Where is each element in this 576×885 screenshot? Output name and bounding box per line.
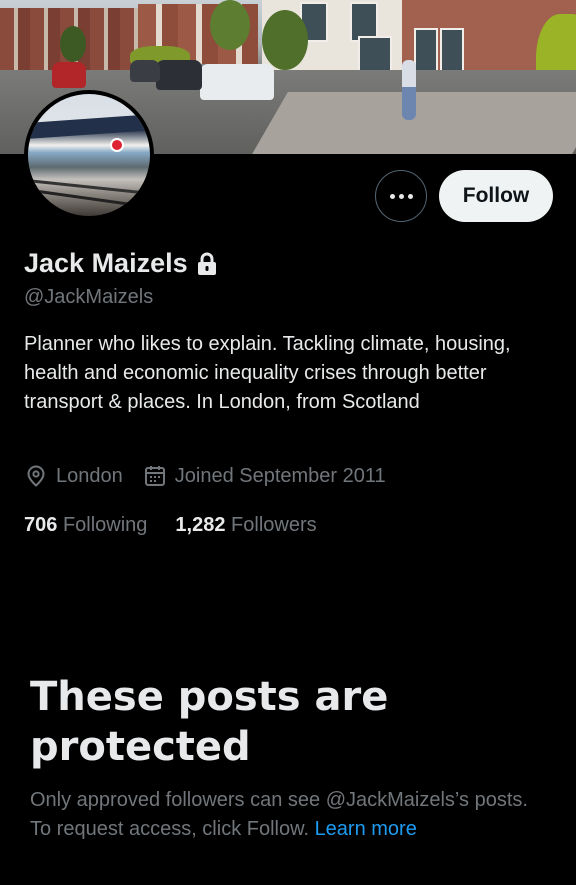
banner-tree	[210, 0, 250, 50]
profile-handle: @JackMaizels	[24, 286, 154, 308]
avatar-rail	[28, 178, 150, 199]
banner-window	[414, 28, 438, 76]
profile-bio: Planner who likes to explain. Tackling c…	[24, 333, 511, 413]
profile-name: Jack Maizels	[24, 248, 188, 278]
following-label: Following	[62, 514, 148, 536]
learn-more-link[interactable]: Learn more	[315, 818, 417, 840]
joined-text: Joined September 2011	[174, 464, 386, 487]
following-link[interactable]: 706 Following	[24, 514, 147, 537]
banner-car-red	[52, 62, 86, 88]
lock-icon	[197, 252, 216, 275]
following-count: 706	[24, 514, 58, 536]
protected-posts-title: These posts are protected	[30, 674, 389, 770]
calendar-icon	[144, 466, 165, 486]
avatar-station-canopy	[28, 112, 150, 140]
profile-name-row: Jack Maizels	[24, 248, 218, 279]
banner-car-dark	[130, 60, 160, 82]
banner-tree	[60, 26, 86, 62]
followers-count: 1,282	[175, 514, 226, 536]
protected-posts-message: Only approved followers can see @JackMai…	[30, 789, 528, 840]
banner-tree	[262, 10, 308, 70]
joined-item: Joined September 2011	[143, 464, 386, 488]
followers-link[interactable]: 1,282 Followers	[175, 514, 316, 537]
banner-car-dark	[156, 60, 202, 90]
profile-stats: 706 Following 1,282 Followers	[24, 514, 345, 537]
banner-car-white	[200, 64, 274, 100]
banner-window	[358, 36, 392, 74]
follow-button[interactable]: Follow	[439, 170, 553, 222]
location-item: London	[24, 464, 123, 488]
protected-posts-text: Only approved followers can see @JackMai…	[30, 786, 550, 844]
location-pin-icon	[27, 465, 45, 487]
banner-pedestrian	[402, 60, 416, 120]
more-options-button[interactable]	[375, 170, 427, 222]
location-text: London	[56, 464, 123, 487]
banner-window	[440, 28, 464, 76]
profile-meta: London Joined September 2011	[24, 464, 406, 488]
more-options-icon	[389, 193, 413, 199]
followers-label: Followers	[231, 514, 317, 536]
profile-avatar[interactable]	[24, 90, 154, 220]
avatar-roundel-sign	[110, 138, 124, 152]
